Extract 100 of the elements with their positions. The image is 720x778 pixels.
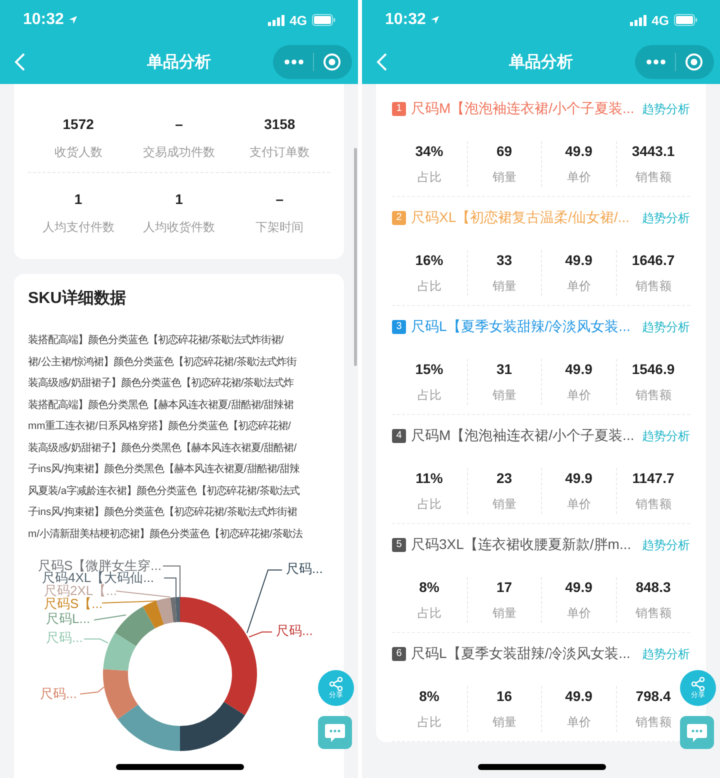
chart-label: 尺码2XL【... <box>44 583 117 598</box>
sku-text-line: 子ins风/拘束裙】颜色分类蓝色【初恋碎花裙/茶歇法式炸街裙 <box>28 505 298 520</box>
leader-line <box>80 686 104 694</box>
trend-link[interactable]: 趋势分析 <box>642 318 690 336</box>
stat-label: 占比 <box>416 278 442 295</box>
stat-value: 33 <box>495 251 514 270</box>
location-icon <box>68 15 78 25</box>
signal-icon <box>268 14 285 26</box>
sku-name: 尺码M【泡泡袖连衣裙/小个子夏装... <box>411 427 636 445</box>
rank-badge: 3 <box>392 320 406 334</box>
sku-text-line: m/小清新甜美桔梗初恋裙】颜色分类蓝色【初恋碎花裙/茶歇法 <box>28 527 304 542</box>
sku-text-line: 装搭配高端】颜色分类蓝色【初恋碎花裙/茶歇法式炸街裙/ <box>28 333 285 348</box>
stat-label: 交易成功件数 <box>142 144 216 161</box>
network-label: 4G <box>290 12 307 28</box>
sku-text-line: 装搭配高端】颜色分类黑色【赫本风连衣裙夏/甜酷裙/甜辣裙 <box>28 398 295 412</box>
leader-line <box>102 600 158 604</box>
target-icon[interactable] <box>323 53 342 71</box>
sku-name: 尺码XL【初恋裙复古温柔/仙女裙/... <box>411 209 631 227</box>
stat-value: 34% <box>414 142 444 161</box>
chat-icon <box>324 722 346 742</box>
stat-value: 49.9 <box>564 578 594 597</box>
sku-name: 尺码M【泡泡袖连衣裙/小个子夏装... <box>411 100 636 118</box>
page-title: 单品分析 <box>509 52 573 72</box>
stat-label: 人均支付件数 <box>41 219 116 236</box>
stat-label: 占比 <box>416 496 442 513</box>
sku-name: 尺码L【夏季女装甜辣/冷淡风女装... <box>411 645 632 663</box>
page-title: 单品分析 <box>147 52 211 72</box>
stat-value: – <box>174 115 184 134</box>
stat-value: 49.9 <box>564 360 594 379</box>
stat-label: 销售额 <box>634 714 672 731</box>
stat-label: 收货人数 <box>53 144 104 161</box>
stat-value: 15% <box>414 360 444 379</box>
stat-label: 单价 <box>566 278 592 295</box>
share-icon <box>329 676 343 690</box>
more-icon[interactable] <box>284 59 304 65</box>
stat-label: 销量 <box>491 278 518 295</box>
back-icon[interactable] <box>376 52 388 72</box>
stat-value: 848.3 <box>634 578 672 597</box>
trend-link[interactable]: 趋势分析 <box>642 536 690 554</box>
stat-value: 49.9 <box>564 142 594 161</box>
chart-label: 尺码S【... <box>44 596 103 612</box>
stat-label: 占比 <box>416 605 442 622</box>
rank-badge: 6 <box>392 647 406 661</box>
stat-label: 销售额 <box>634 605 672 622</box>
chart-label: 尺码S【微胖女生穿... <box>38 558 162 573</box>
stat-value: 1 <box>174 190 184 209</box>
sku-text-line: mm重工连衣裙/日系风格穿搭】颜色分类蓝色【初恋碎花裙/ <box>28 419 292 434</box>
stat-value: 1147.7 <box>631 469 676 488</box>
trend-link[interactable]: 趋势分析 <box>642 428 690 444</box>
rank-badge: 2 <box>392 211 406 225</box>
stat-value: 798.4 <box>634 687 672 706</box>
sku-name: 尺码3XL【连衣裙收腰夏新款/胖m... <box>411 536 632 554</box>
sku-text-line: 风夏装/a字减龄连衣裙】颜色分类蓝色【初恋碎花裙/茶歇法式 <box>28 484 300 498</box>
leader-line <box>84 638 108 644</box>
stat-label: 占比 <box>416 169 442 186</box>
rank-badge: 1 <box>392 102 406 116</box>
trend-link[interactable]: 趋势分析 <box>642 100 690 118</box>
chat-icon <box>686 722 708 742</box>
stat-value: 1572 <box>62 115 95 134</box>
stat-label: 销量 <box>491 496 518 513</box>
stat-label: 占比 <box>416 714 442 731</box>
battery-icon <box>674 14 698 26</box>
stat-label: 销售额 <box>634 278 672 295</box>
section-title: SKU详细数据 <box>28 288 127 309</box>
target-icon[interactable] <box>685 53 704 71</box>
stat-label: 销售额 <box>634 387 672 404</box>
stat-value: 23 <box>495 469 514 488</box>
back-icon[interactable] <box>14 52 26 72</box>
sku-text-line: 装高级感/奶甜裙子】颜色分类蓝色【初恋碎花裙/茶歇法式炸 <box>28 376 295 391</box>
stat-label: 销量 <box>491 169 518 186</box>
chat-button[interactable] <box>680 716 714 749</box>
chat-button[interactable] <box>318 716 352 749</box>
more-icon[interactable] <box>646 59 666 65</box>
stat-value: 3158 <box>263 115 296 134</box>
share-icon <box>691 676 705 690</box>
stat-label: 销售额 <box>634 496 672 513</box>
rank-badge: 4 <box>392 429 406 443</box>
battery-icon <box>312 14 336 26</box>
stat-value: 49.9 <box>564 687 594 706</box>
stat-value: 69 <box>495 142 514 161</box>
donut-slice <box>103 632 136 671</box>
location-icon <box>430 15 440 25</box>
stat-label: 单价 <box>566 496 592 513</box>
status-time: 10:32 <box>385 11 426 29</box>
sku-text-line: 装高级感/奶甜裙子】颜色分类黑色【赫本风连衣裙夏/甜酷裙/ <box>28 441 298 456</box>
stat-label: 下架时间 <box>254 219 305 236</box>
stat-label: 单价 <box>566 714 592 731</box>
stat-value: 49.9 <box>564 469 594 488</box>
trend-link[interactable]: 趋势分析 <box>642 646 690 662</box>
stat-label: 单价 <box>566 605 592 622</box>
stat-label: 单价 <box>566 387 592 404</box>
stat-value: 16 <box>495 687 514 706</box>
stat-label: 销量 <box>491 387 518 404</box>
stat-label: 销售额 <box>634 169 672 186</box>
chart-label: 尺码... <box>286 561 323 577</box>
stat-value: 31 <box>495 360 514 379</box>
trend-link[interactable]: 趋势分析 <box>642 210 690 226</box>
stat-value: – <box>274 190 285 209</box>
chart-label: 尺码... <box>40 686 77 702</box>
status-time: 10:32 <box>23 11 64 29</box>
